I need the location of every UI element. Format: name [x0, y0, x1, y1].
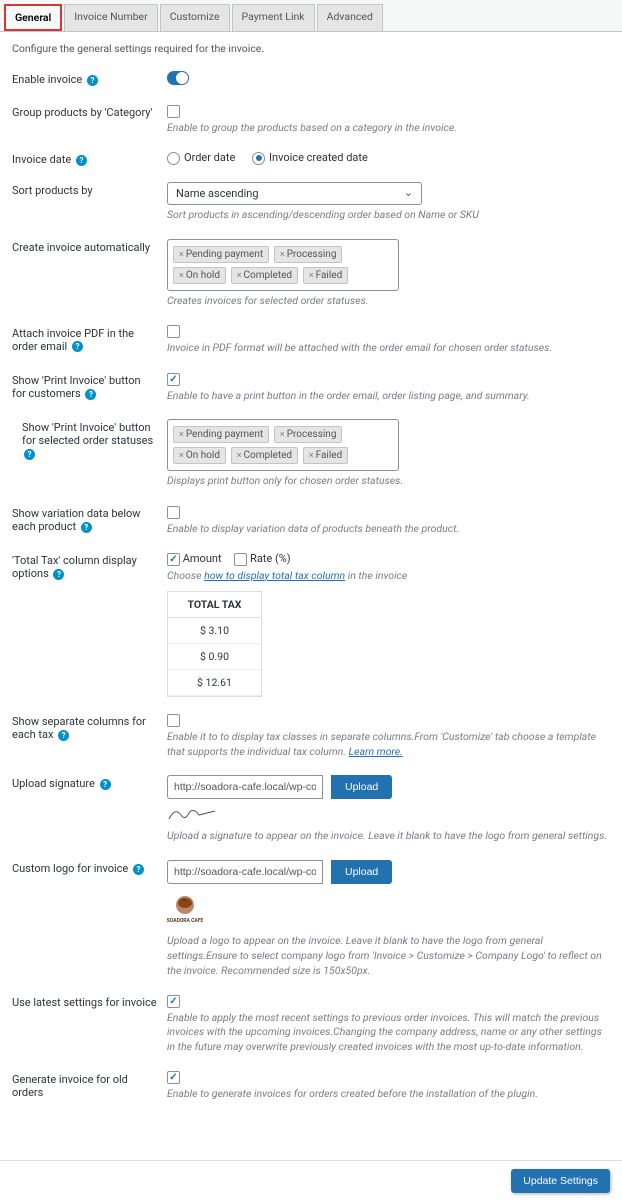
group-products-hint: Enable to group the products based on a …	[167, 121, 610, 136]
sort-products-hint: Sort products in ascending/descending or…	[167, 208, 610, 223]
tab-customize[interactable]: Customize	[160, 4, 230, 31]
tab-advanced[interactable]: Advanced	[317, 4, 383, 31]
tab-general[interactable]: General	[4, 4, 62, 31]
help-icon[interactable]: ?	[87, 75, 98, 86]
group-products-checkbox[interactable]	[167, 105, 180, 118]
print-status-select[interactable]: ×Pending payment ×Processing ×On hold ×C…	[167, 419, 399, 471]
auto-invoice-statuses[interactable]: ×Pending payment ×Processing ×On hold ×C…	[167, 239, 399, 291]
help-icon[interactable]: ?	[53, 569, 64, 580]
total-tax-label: 'Total Tax' column display options	[12, 554, 137, 580]
variation-checkbox[interactable]	[167, 506, 180, 519]
gen-old-label: Generate invoice for old orders	[12, 1073, 128, 1099]
upload-signature-label: Upload signature	[12, 777, 95, 790]
print-status-hint: Displays print button only for chosen or…	[167, 474, 610, 489]
custom-logo-label: Custom logo for invoice	[12, 862, 128, 875]
tax-link[interactable]: how to display total tax column	[204, 569, 345, 582]
help-icon[interactable]: ?	[58, 730, 69, 741]
help-icon[interactable]: ?	[76, 155, 87, 166]
radio-order-date[interactable]: Order date	[167, 151, 235, 164]
enable-invoice-label: Enable invoice	[12, 73, 82, 86]
variation-label: Show variation data below each product	[12, 507, 141, 533]
settings-tabs: General Invoice Number Customize Payment…	[0, 0, 622, 32]
logo-hint: Upload a logo to appear on the invoice. …	[167, 934, 610, 978]
amount-checkbox[interactable]	[167, 553, 180, 566]
signature-preview	[167, 805, 217, 823]
upload-signature-button[interactable]: Upload	[331, 775, 392, 799]
latest-settings-checkbox[interactable]	[167, 995, 180, 1008]
help-icon[interactable]: ?	[85, 389, 96, 400]
signature-hint: Upload a signature to appear on the invo…	[167, 829, 610, 844]
attach-pdf-checkbox[interactable]	[167, 325, 180, 338]
help-icon[interactable]: ?	[24, 449, 35, 460]
total-tax-hint: Choose how to display total tax column i…	[167, 569, 610, 584]
auto-invoice-label: Create invoice automatically	[12, 241, 150, 254]
svg-text:SOADORA CAFE: SOADORA CAFE	[167, 918, 203, 924]
logo-url-input[interactable]	[167, 860, 323, 884]
rate-checkbox[interactable]	[234, 553, 247, 566]
intro-text: Configure the general settings required …	[0, 32, 622, 63]
print-button-label: Show 'Print Invoice' button for customer…	[12, 374, 141, 400]
group-products-label: Group products by 'Category'	[12, 106, 153, 119]
help-icon[interactable]: ?	[81, 522, 92, 533]
print-button-checkbox[interactable]	[167, 373, 180, 386]
update-settings-button[interactable]: Update Settings	[511, 1169, 610, 1193]
variation-hint: Enable to display variation data of prod…	[167, 522, 610, 537]
upload-logo-button[interactable]: Upload	[331, 860, 392, 884]
print-button-hint: Enable to have a print button in the ord…	[167, 389, 610, 404]
help-icon[interactable]: ?	[100, 779, 111, 790]
sep-tax-label: Show separate columns for each tax	[12, 715, 146, 741]
help-icon[interactable]: ?	[72, 341, 83, 352]
signature-url-input[interactable]	[167, 775, 323, 799]
sep-tax-hint: Enable it to to display tax classes in s…	[167, 730, 610, 759]
logo-preview: SOADORA CAFE	[167, 892, 203, 928]
tab-invoice-number[interactable]: Invoice Number	[64, 4, 157, 31]
gen-old-checkbox[interactable]	[167, 1071, 180, 1084]
print-status-label: Show 'Print Invoice' button for selected…	[22, 421, 153, 447]
gen-old-hint: Enable to generate invoices for orders c…	[167, 1087, 610, 1102]
radio-created-date[interactable]: Invoice created date	[252, 151, 368, 164]
help-icon[interactable]: ?	[133, 864, 144, 875]
latest-settings-label: Use latest settings for invoice	[12, 996, 157, 1009]
tax-table-preview: TOTAL TAX $ 3.10 $ 0.90 $ 12.61	[167, 591, 262, 697]
sep-tax-checkbox[interactable]	[167, 714, 180, 727]
attach-pdf-hint: Invoice in PDF format will be attached w…	[167, 341, 610, 356]
tab-payment-link[interactable]: Payment Link	[232, 4, 315, 31]
enable-invoice-toggle[interactable]	[167, 71, 189, 85]
invoice-date-label: Invoice date	[12, 153, 71, 166]
sort-products-select[interactable]: Name ascending	[167, 182, 422, 205]
latest-settings-hint: Enable to apply the most recent settings…	[167, 1011, 610, 1055]
auto-invoice-hint: Creates invoices for selected order stat…	[167, 294, 610, 309]
learn-more-link[interactable]: Learn more.	[349, 745, 403, 758]
sort-products-label: Sort products by	[12, 184, 93, 197]
